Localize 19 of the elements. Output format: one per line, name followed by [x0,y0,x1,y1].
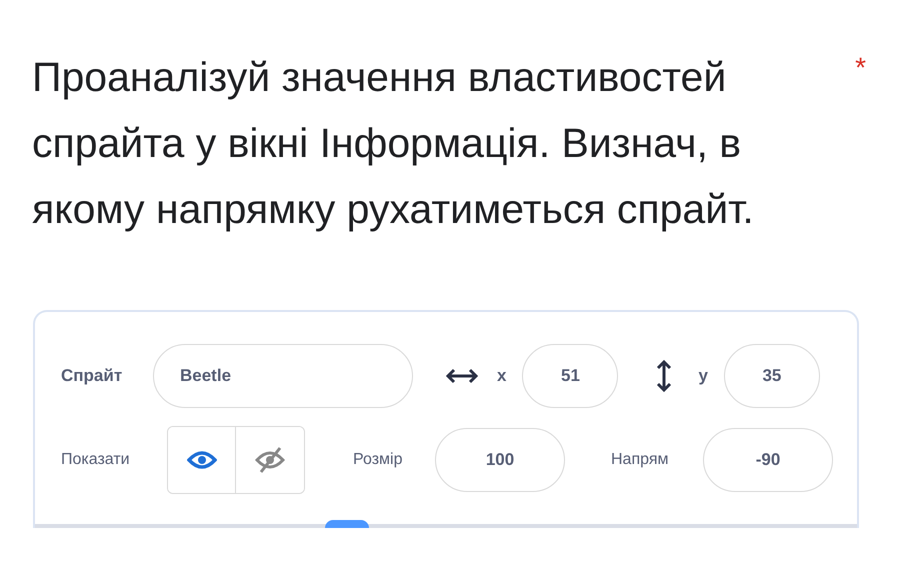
vertical-arrows-icon [656,359,672,393]
y-field[interactable]: 35 [724,344,820,408]
eye-slash-icon [255,446,285,474]
x-label: x [497,366,506,386]
y-label: y [698,366,708,386]
show-button[interactable] [168,427,236,493]
required-mark: * [855,52,866,85]
size-label: Розмір [353,451,404,469]
direction-label: Напрям [611,451,670,469]
horizontal-arrows-icon [445,368,479,384]
x-field[interactable]: 51 [522,344,618,408]
show-label: Показати [61,451,131,469]
eye-icon [186,449,216,471]
question-text: Проаналізуй значення властивостей спрайта у вікні Інформація. Визнач, в якому напрямку рухатиметься спрайт. [32,53,755,234]
size-field[interactable]: 100 [435,428,565,492]
direction-field[interactable]: -90 [703,428,833,492]
sprite-name-field[interactable]: Beetle [153,344,413,408]
sprite-label: Спрайт [61,366,124,386]
slider-knob [325,520,369,528]
